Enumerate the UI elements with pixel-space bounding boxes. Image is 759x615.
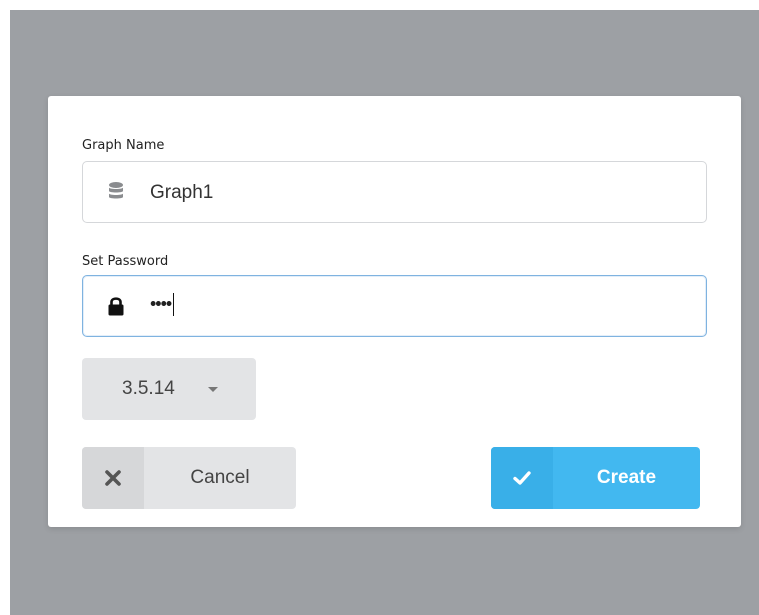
graph-name-value: Graph1 (150, 182, 214, 203)
create-graph-dialog: Graph Name Graph1 Set Password •••• 3.5.… (48, 96, 741, 527)
password-value: •••• (150, 293, 175, 316)
lock-icon (107, 295, 125, 317)
graph-name-label: Graph Name (82, 138, 165, 153)
version-value: 3.5.14 (122, 378, 175, 399)
version-dropdown[interactable]: 3.5.14 (82, 358, 256, 420)
create-label: Create (596, 467, 657, 488)
check-icon (513, 471, 531, 485)
chevron-down-icon (208, 387, 218, 392)
cancel-label: Cancel (190, 467, 250, 488)
create-button[interactable]: Create (491, 447, 700, 509)
cancel-icon-box (82, 447, 144, 509)
text-caret (173, 293, 175, 316)
database-icon (107, 181, 125, 203)
graph-name-input[interactable]: Graph1 (82, 161, 707, 223)
password-input[interactable]: •••• (82, 275, 707, 337)
close-icon (105, 470, 121, 486)
cancel-button[interactable]: Cancel (82, 447, 296, 509)
create-icon-box (491, 447, 553, 509)
password-label: Set Password (82, 254, 169, 269)
screen: Graph Name Graph1 Set Password •••• 3.5.… (0, 0, 759, 615)
